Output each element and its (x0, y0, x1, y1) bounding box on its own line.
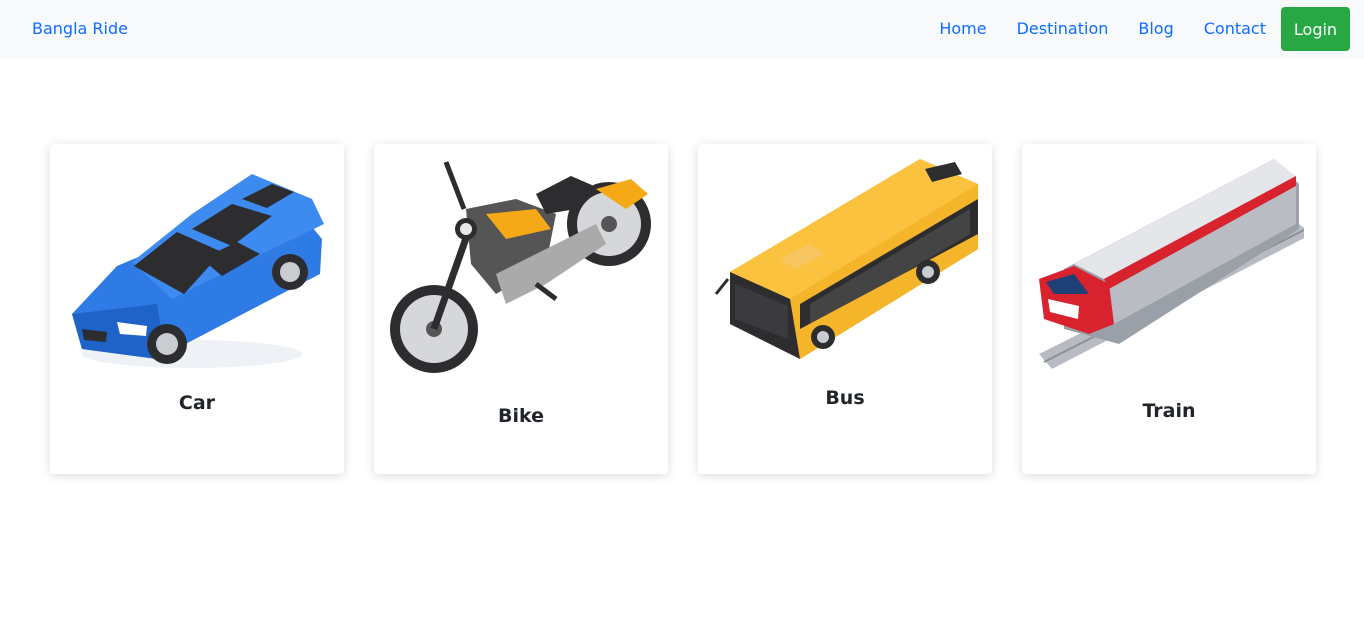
vehicle-card-car[interactable]: Car (50, 144, 344, 474)
navbar: Bangla Ride Home Destination Blog Contac… (0, 0, 1364, 59)
vehicle-title: Car (178, 392, 216, 414)
vehicle-title: Bus (825, 387, 865, 409)
vehicle-card-bus[interactable]: Bus (698, 144, 992, 474)
vehicle-card-train[interactable]: Train (1022, 144, 1316, 474)
vehicle-title: Train (1142, 400, 1196, 422)
brand-link[interactable]: Bangla Ride (32, 18, 128, 40)
vehicle-card-bike[interactable]: Bike (374, 144, 668, 474)
bus-icon (710, 154, 980, 394)
nav-links: Home Destination Blog Contact Login (939, 7, 1350, 51)
nav-link-home[interactable]: Home (939, 18, 986, 40)
nav-link-destination[interactable]: Destination (1017, 18, 1109, 40)
nav-link-contact[interactable]: Contact (1204, 18, 1266, 40)
nav-link-blog[interactable]: Blog (1138, 18, 1173, 40)
motorcycle-icon (386, 154, 656, 394)
car-icon (62, 154, 332, 394)
train-icon (1034, 154, 1304, 394)
vehicle-title: Bike (497, 405, 544, 427)
login-button[interactable]: Login (1281, 7, 1350, 51)
vehicle-cards: Car Bike Bus Train (50, 144, 1316, 474)
